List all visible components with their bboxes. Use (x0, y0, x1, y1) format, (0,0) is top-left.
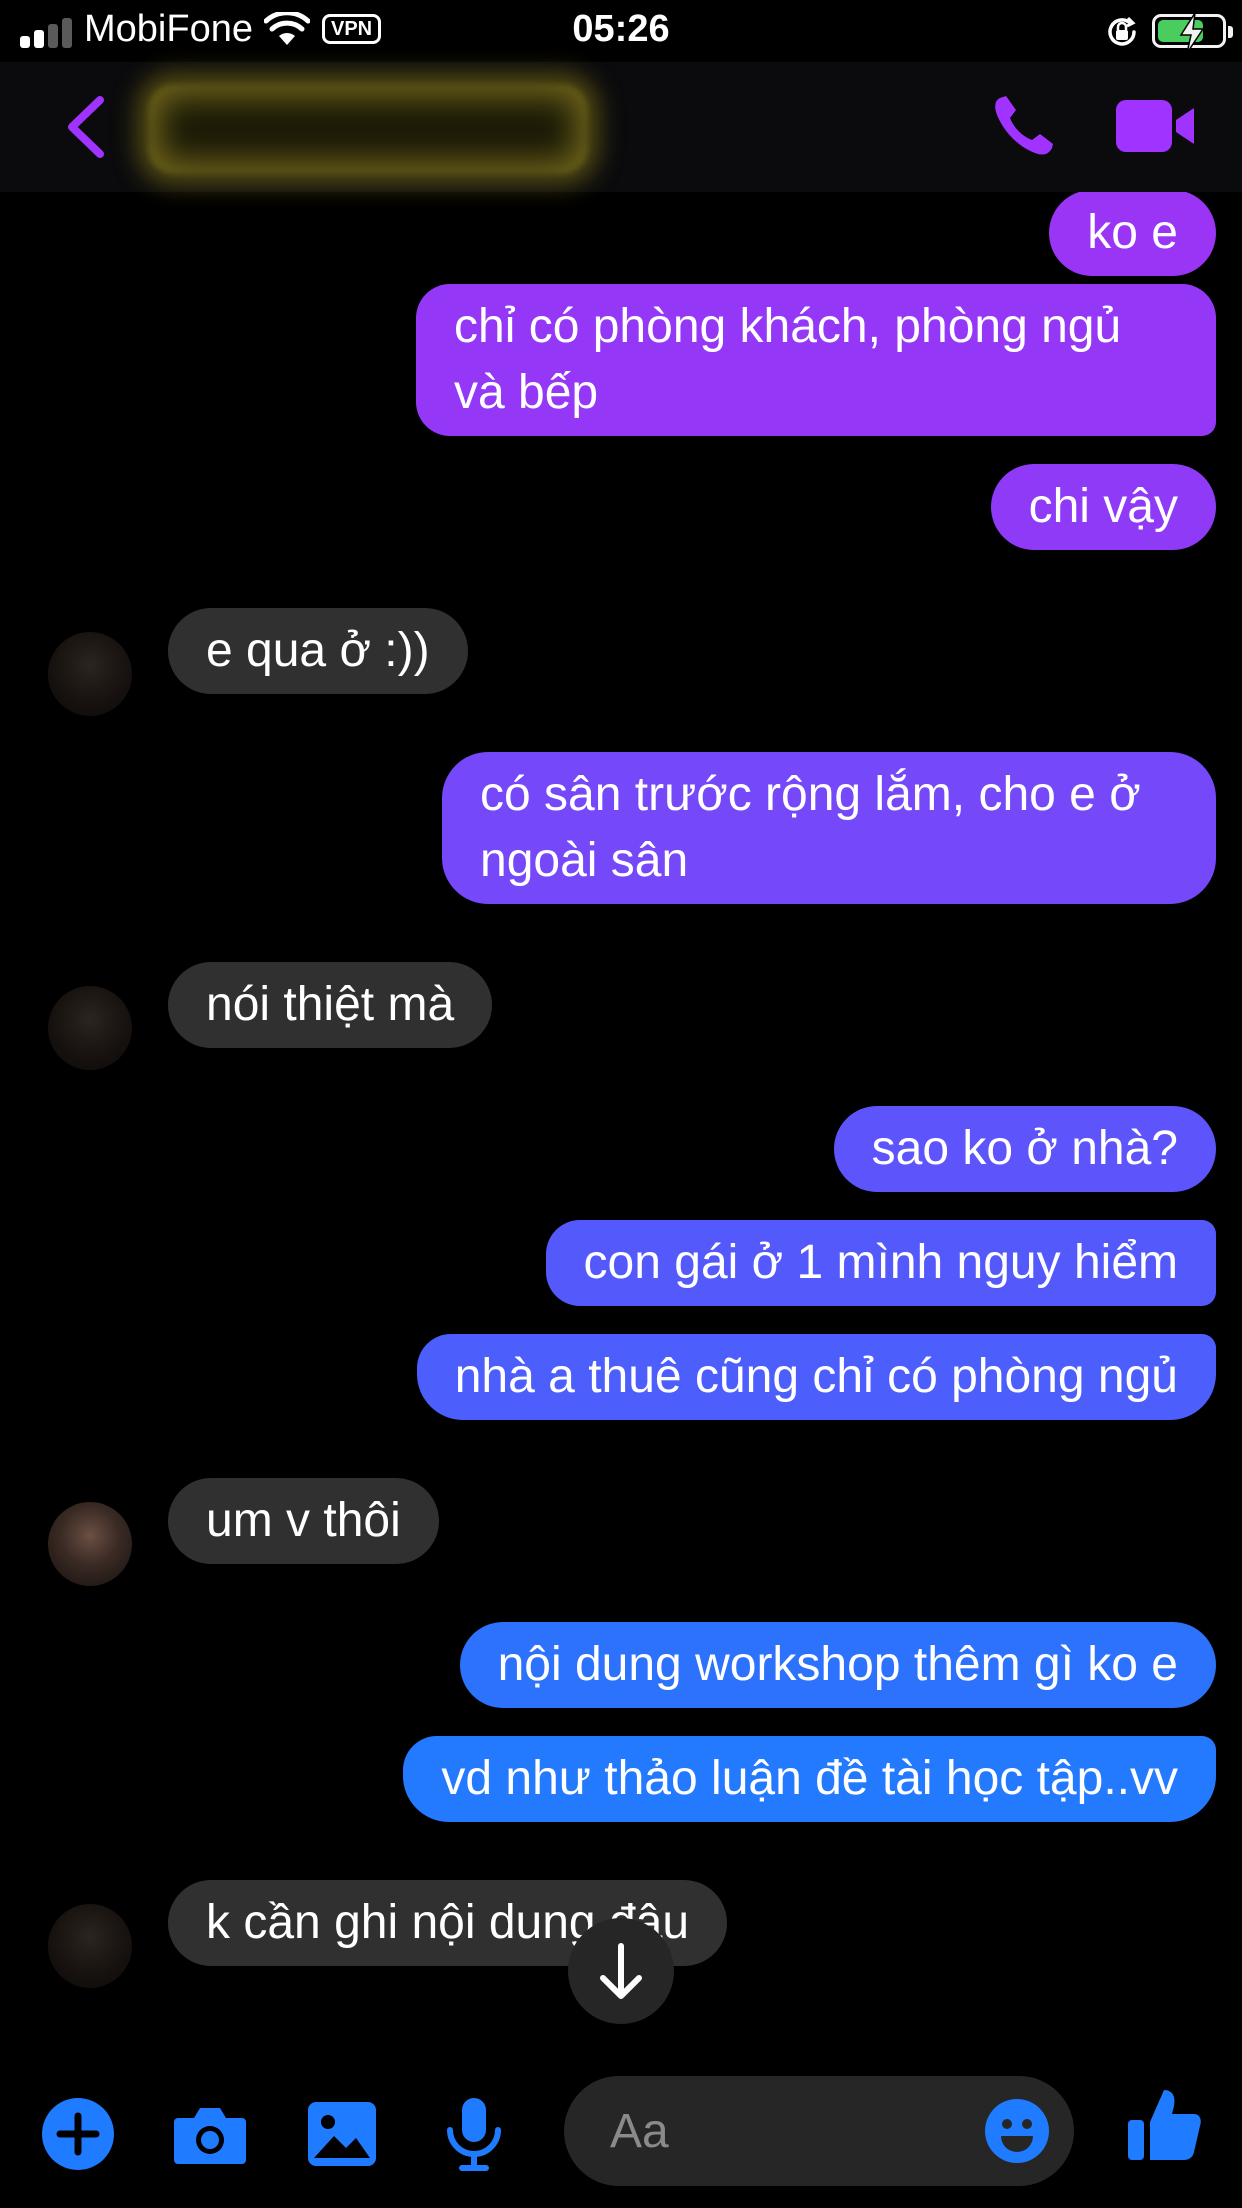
camera-icon[interactable] (172, 2096, 248, 2172)
avatar[interactable] (48, 632, 132, 716)
arrow-down-icon (600, 1943, 642, 1999)
back-chevron-icon[interactable] (58, 92, 118, 162)
gallery-icon[interactable] (304, 2096, 380, 2172)
message-incoming[interactable]: e qua ở :)) (168, 608, 468, 694)
chat-header (0, 62, 1242, 192)
battery-charging-icon (1152, 13, 1233, 53)
rotation-lock-icon (1108, 16, 1136, 46)
emoji-icon[interactable] (984, 2098, 1050, 2164)
message-outgoing[interactable]: nội dung workshop thêm gì ko e (459, 1622, 1216, 1708)
message-outgoing[interactable]: có sân trước rộng lắm, cho e ở ngoài sân (442, 752, 1216, 904)
contact-name-redacted[interactable] (148, 84, 588, 174)
message-outgoing[interactable]: nhà a thuê cũng chỉ có phòng ngủ (416, 1334, 1216, 1420)
avatar[interactable] (48, 986, 132, 1070)
thumbs-up-icon[interactable] (1126, 2086, 1202, 2162)
message-input-placeholder: Aa (610, 2105, 669, 2158)
scroll-to-bottom-button[interactable] (568, 1918, 674, 2024)
avatar[interactable] (48, 1904, 132, 1988)
message-outgoing[interactable]: ko e (1049, 192, 1216, 276)
message-outgoing[interactable]: chi vậy (990, 464, 1216, 550)
message-outgoing[interactable]: chỉ có phòng khách, phòng ngủ và bếp (416, 284, 1216, 436)
status-bar: MobiFone VPN 05:26 (0, 0, 1242, 62)
avatar[interactable] (48, 1502, 132, 1586)
message-incoming[interactable]: um v thôi (168, 1478, 439, 1564)
message-outgoing[interactable]: vd như thảo luận đề tài học tập..vv (403, 1736, 1216, 1822)
microphone-icon[interactable] (436, 2096, 512, 2172)
message-input[interactable]: Aa (564, 2076, 1074, 2186)
add-icon[interactable] (40, 2096, 116, 2172)
video-camera-icon[interactable] (1114, 98, 1198, 154)
message-outgoing[interactable]: sao ko ở nhà? (833, 1106, 1216, 1192)
message-outgoing[interactable]: con gái ở 1 mình nguy hiểm (545, 1220, 1216, 1306)
composer-bar: Aa (0, 2042, 1242, 2208)
message-list[interactable]: ko e chỉ có phòng khách, phòng ngủ và bế… (0, 192, 1242, 2042)
clock: 05:26 (572, 8, 670, 50)
message-incoming[interactable]: nói thiệt mà (168, 962, 493, 1048)
phone-icon[interactable] (990, 90, 1060, 160)
